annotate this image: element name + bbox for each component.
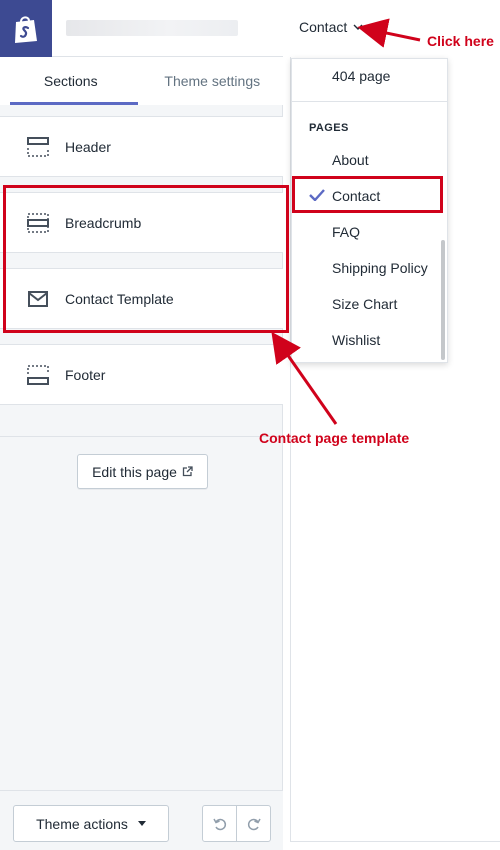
- section-header[interactable]: Header: [0, 116, 283, 177]
- caret-down-icon: [137, 821, 146, 826]
- annotation-click-here: Click here: [427, 33, 494, 49]
- menu-item-shipping-policy[interactable]: Shipping Policy: [332, 260, 428, 276]
- section-label: Footer: [65, 366, 106, 383]
- store-name-redacted: [66, 20, 238, 36]
- editor-topbar: [0, 0, 283, 57]
- bottom-toolbar: Theme actions: [0, 790, 283, 850]
- sidebar-panel: Sections Theme settings Header Breadcrum…: [0, 0, 283, 850]
- chevron-down-icon: [353, 24, 363, 30]
- footer-layout-icon: [27, 364, 49, 385]
- section-footer[interactable]: Footer: [0, 344, 283, 405]
- tab-sections[interactable]: Sections: [0, 57, 142, 105]
- edit-page-label: Edit this page: [92, 463, 177, 480]
- theme-actions-button[interactable]: Theme actions: [13, 805, 169, 842]
- annotation-contact-page-template: Contact page template: [259, 430, 410, 446]
- annotation-box-contact-menu-item: [292, 176, 443, 213]
- header-layout-icon: [27, 136, 49, 157]
- menu-item-size-chart[interactable]: Size Chart: [332, 296, 397, 312]
- shopify-logo[interactable]: [0, 0, 52, 57]
- annotation-box-contact-template: [3, 185, 289, 333]
- menu-item-404-page[interactable]: 404 page: [332, 68, 390, 84]
- divider: [0, 436, 283, 437]
- undo-icon: [212, 818, 226, 830]
- menu-item-faq[interactable]: FAQ: [332, 224, 360, 240]
- theme-actions-label: Theme actions: [36, 815, 128, 832]
- menu-divider: [292, 101, 447, 102]
- page-selector[interactable]: Contact: [299, 17, 363, 37]
- dropdown-scrollbar[interactable]: [441, 240, 445, 360]
- section-label: Header: [65, 138, 111, 155]
- redo-icon: [247, 818, 261, 830]
- menu-item-about[interactable]: About: [332, 152, 369, 168]
- tab-theme-settings[interactable]: Theme settings: [142, 57, 284, 105]
- current-page-label: Contact: [299, 19, 348, 35]
- external-link-icon: [182, 466, 193, 477]
- edit-this-page-button[interactable]: Edit this page: [77, 454, 208, 489]
- undo-button[interactable]: [202, 805, 237, 842]
- shopping-bag-icon: [15, 15, 37, 43]
- menu-item-wishlist[interactable]: Wishlist: [332, 332, 380, 348]
- active-tab-indicator: [10, 102, 138, 105]
- redo-button[interactable]: [236, 805, 271, 842]
- panel-tabs: Sections Theme settings: [0, 57, 283, 105]
- menu-heading-pages: PAGES: [309, 122, 349, 134]
